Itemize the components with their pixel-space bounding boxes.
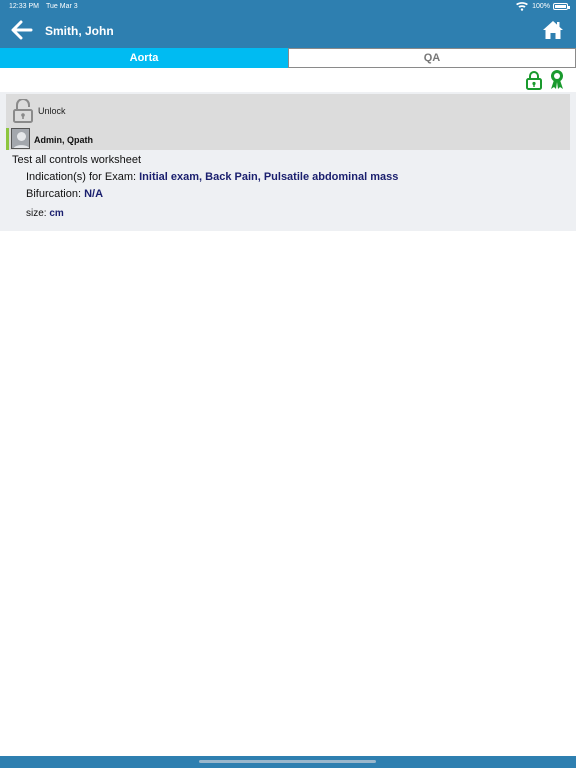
header-bar: 12:33 PM Tue Mar 3 100% Smith, John (0, 0, 576, 48)
unlock-icon[interactable] (12, 99, 34, 123)
user-silhouette-icon (13, 132, 29, 148)
field-size[interactable]: size: cm (26, 208, 64, 219)
battery-text: 100% (532, 3, 550, 10)
worksheet-panel: Unlock Admin, Qpath Test all controls wo… (0, 92, 576, 231)
tab-bar: Aorta QA (0, 48, 576, 68)
app-root: 12:33 PM Tue Mar 3 100% Smith, John Aort… (0, 0, 576, 768)
unlock-label[interactable]: Unlock (38, 106, 66, 116)
field-value: N/A (84, 188, 104, 200)
field-label: Indication(s) for Exam: (26, 171, 137, 183)
home-icon[interactable] (542, 20, 564, 40)
field-value: cm (49, 208, 64, 219)
patient-name: Smith, John (45, 24, 114, 38)
status-right: 100% (515, 2, 570, 11)
award-ribbon-icon[interactable] (549, 69, 565, 90)
status-time: 12:33 PM (9, 3, 39, 10)
tab-aorta[interactable]: Aorta (0, 48, 288, 68)
back-arrow-icon[interactable] (10, 20, 34, 40)
field-indications[interactable]: Indication(s) for Exam: Initial exam, Ba… (26, 171, 398, 183)
tab-qa[interactable]: QA (288, 48, 576, 68)
worksheet-title: Test all controls worksheet (12, 154, 141, 166)
status-bar: 12:33 PM Tue Mar 3 100% (0, 0, 576, 14)
field-label: size: (26, 208, 47, 219)
field-label: Bifurcation: (26, 188, 82, 200)
toolbar-icons (0, 68, 576, 92)
user-name: Admin, Qpath (34, 135, 93, 145)
field-value: Initial exam, Back Pain, Pulsatile abdom… (139, 171, 399, 183)
user-indicator-bar (6, 128, 9, 150)
home-indicator[interactable] (199, 760, 376, 763)
battery-icon (553, 3, 570, 10)
avatar (11, 128, 30, 149)
wifi-icon (516, 2, 529, 11)
status-date: Tue Mar 3 (46, 3, 78, 10)
signature-block: Unlock Admin, Qpath (6, 94, 570, 150)
field-bifurcation[interactable]: Bifurcation: N/A (26, 188, 103, 200)
lock-icon[interactable] (526, 70, 542, 90)
